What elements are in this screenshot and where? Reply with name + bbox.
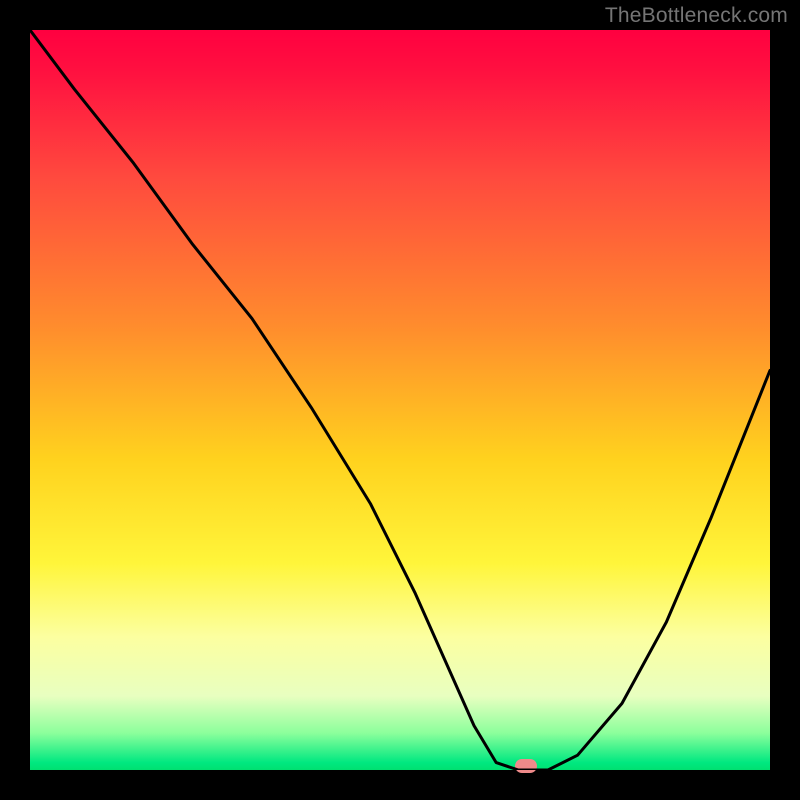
chart-frame: TheBottleneck.com (0, 0, 800, 800)
bottleneck-curve-path (30, 30, 770, 770)
watermark-text: TheBottleneck.com (605, 4, 788, 28)
bottleneck-curve-svg (30, 30, 770, 770)
